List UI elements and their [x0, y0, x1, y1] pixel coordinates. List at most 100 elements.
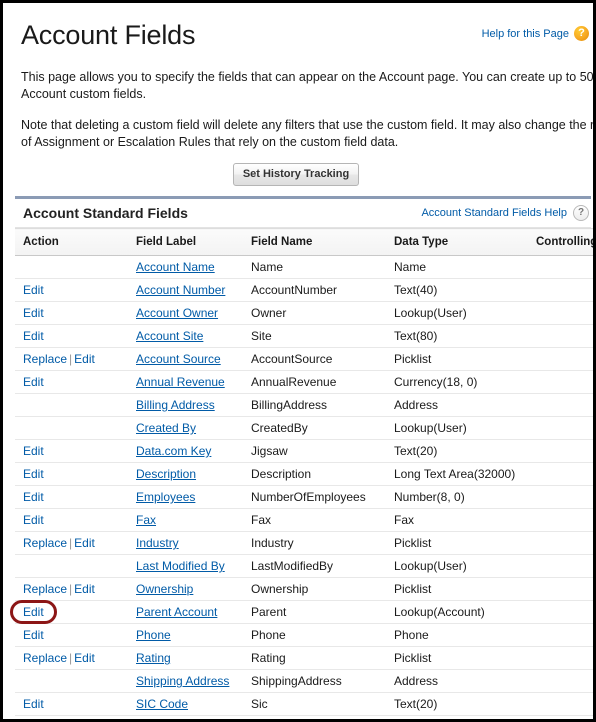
cell-field-name: NumberOfEmployees — [243, 485, 386, 509]
cell-field-name: Rating — [243, 646, 386, 670]
field-label-link[interactable]: Created By — [136, 421, 196, 435]
set-history-tracking-button[interactable]: Set History Tracking — [232, 163, 360, 186]
cell-controlling-field — [528, 554, 593, 578]
cell-data-type: Lookup(User) — [386, 416, 528, 440]
field-label-link[interactable]: Account Site — [136, 329, 203, 343]
edit-link[interactable]: Edit — [23, 628, 44, 642]
field-label-link[interactable]: Phone — [136, 628, 171, 642]
cell-action: Edit — [15, 600, 128, 624]
cell-field-label: Account Name — [128, 255, 243, 279]
replace-link[interactable]: Replace — [23, 536, 67, 550]
edit-link[interactable]: Edit — [23, 375, 44, 389]
edit-link[interactable]: Edit — [74, 651, 95, 665]
page-header: Account Fields Help for this Page ? — [3, 3, 593, 59]
cell-data-type: Text(20) — [386, 439, 528, 463]
cell-controlling-field — [528, 301, 593, 325]
field-label-link[interactable]: Fax — [136, 513, 156, 527]
field-label-link[interactable]: Description — [136, 467, 196, 481]
cell-data-type: Fax — [386, 508, 528, 532]
cell-field-label: Account Site — [128, 324, 243, 348]
cell-data-type: Lookup(User) — [386, 301, 528, 325]
cell-data-type: Picklist — [386, 347, 528, 371]
field-label-link[interactable]: Ownership — [136, 582, 193, 596]
account-standard-fields-help-link[interactable]: Account Standard Fields Help — [421, 207, 567, 219]
field-label-link[interactable]: Billing Address — [136, 398, 215, 412]
cell-data-type: Text(80) — [386, 324, 528, 348]
field-label-link[interactable]: Data.com Key — [136, 444, 211, 458]
panel-help-area: Account Standard Fields Help ? — [421, 205, 589, 221]
intro-paragraph-2: Note that deleting a custom field will d… — [21, 118, 596, 149]
table-row: Replace | Edit Account Source AccountSource P… — [15, 347, 593, 371]
panel-header: Account Standard Fields Account Standard… — [15, 199, 591, 228]
cell-controlling-field — [528, 715, 593, 719]
edit-link[interactable]: Edit — [23, 467, 44, 481]
edit-link[interactable]: Edit — [74, 536, 95, 550]
help-question-icon[interactable]: ? — [573, 205, 589, 221]
replace-link[interactable]: Replace — [23, 352, 67, 366]
field-label-link[interactable]: Annual Revenue — [136, 375, 225, 389]
cell-field-label: SIC Description — [128, 715, 243, 719]
field-label-link[interactable]: Last Modified By — [136, 559, 225, 573]
help-for-this-page-link[interactable]: Help for this Page — [482, 28, 569, 40]
field-label-link[interactable]: Account Owner — [136, 306, 218, 320]
cell-action: Edit — [15, 692, 128, 716]
cell-action: Edit — [15, 485, 128, 509]
field-label-link[interactable]: Parent Account — [136, 605, 217, 619]
cell-field-name: Fax — [243, 508, 386, 532]
table-row: Billing Address BillingAddress Address — [15, 393, 593, 417]
cell-field-label: Data.com Key — [128, 439, 243, 463]
cell-field-label: Annual Revenue — [128, 370, 243, 394]
column-header-data-type[interactable]: Data Type — [386, 228, 528, 256]
replace-link[interactable]: Replace — [23, 582, 67, 596]
cell-data-type: Name — [386, 255, 528, 279]
edit-link[interactable]: Edit — [23, 283, 44, 297]
cell-controlling-field — [528, 416, 593, 440]
column-header-controlling-field[interactable]: Controlling Field — [528, 228, 593, 256]
cell-controlling-field — [528, 485, 593, 509]
edit-link[interactable]: Edit — [74, 352, 95, 366]
column-header-field-label[interactable]: Field Label — [128, 228, 243, 256]
edit-link[interactable]: Edit — [23, 490, 44, 504]
cell-controlling-field — [528, 324, 593, 348]
field-label-link[interactable]: Account Name — [136, 260, 215, 274]
cell-field-label: Parent Account — [128, 600, 243, 624]
table-row: Last Modified By LastModifiedBy Lookup(Use… — [15, 554, 593, 578]
column-header-field-name[interactable]: Field Name — [243, 228, 386, 256]
field-label-link[interactable]: Shipping Address — [136, 674, 229, 688]
field-label-link[interactable]: Account Number — [136, 283, 225, 297]
cell-action: Edit — [15, 278, 128, 302]
replace-link[interactable]: Replace — [23, 651, 67, 665]
cell-data-type: Address — [386, 669, 528, 693]
edit-link[interactable]: Edit — [23, 329, 44, 343]
cell-controlling-field — [528, 255, 593, 279]
field-label-link[interactable]: Industry — [136, 536, 179, 550]
cell-action: Edit — [15, 462, 128, 486]
column-header-action[interactable]: Action — [15, 228, 128, 256]
table-row: Edit Account Owner Owner Lookup(User) — [15, 301, 593, 325]
field-label-link[interactable]: Account Source — [136, 352, 221, 366]
field-label-link[interactable]: Rating — [136, 651, 171, 665]
cell-controlling-field — [528, 646, 593, 670]
edit-link[interactable]: Edit — [23, 306, 44, 320]
cell-action: Replace | Edit — [15, 347, 128, 371]
cell-action: Edit — [15, 324, 128, 348]
edit-link[interactable]: Edit — [23, 697, 44, 711]
edit-link[interactable]: Edit — [23, 605, 44, 619]
edit-link[interactable]: Edit — [23, 444, 44, 458]
edit-link[interactable]: Edit — [74, 582, 95, 596]
field-label-link[interactable]: SIC Code — [136, 697, 188, 711]
cell-action: Replace | Edit — [15, 531, 128, 555]
help-question-icon[interactable]: ? — [574, 26, 589, 41]
table-row: Edit Account Site Site Text(80) — [15, 324, 593, 348]
cell-field-label: Created By — [128, 416, 243, 440]
table-row: Edit Account Number AccountNumber Text(40) — [15, 278, 593, 302]
cell-controlling-field — [528, 692, 593, 716]
cell-field-label: SIC Code — [128, 692, 243, 716]
edit-link[interactable]: Edit — [23, 513, 44, 527]
field-label-link[interactable]: Employees — [136, 490, 195, 504]
cell-controlling-field — [528, 623, 593, 647]
intro-text-block: This page allows you to specify the fiel… — [3, 69, 596, 151]
cell-data-type: Phone — [386, 623, 528, 647]
cell-field-label: Account Source — [128, 347, 243, 371]
cell-field-name: Industry — [243, 531, 386, 555]
